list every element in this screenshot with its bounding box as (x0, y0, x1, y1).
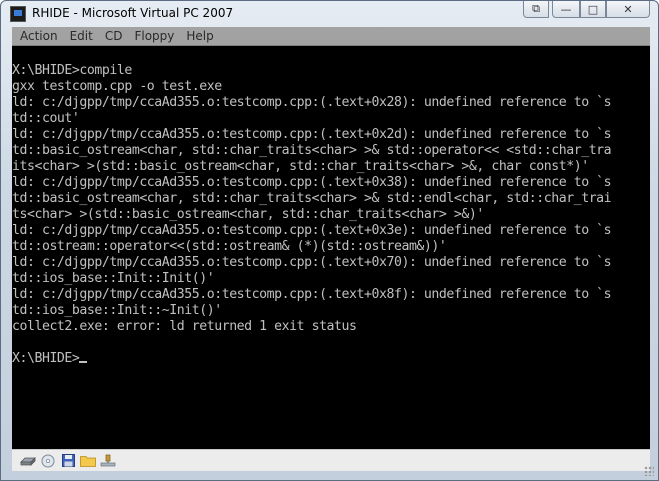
console-prompt-line: X:\BHIDE> (12, 351, 650, 367)
console-line: td::ostream::operator<<(std::ostream& (*… (12, 239, 447, 254)
console-line: ld: c:/djgpp/tmp/ccaAd355.o:testcomp.cpp… (12, 175, 612, 190)
hard-disk-icon[interactable] (20, 454, 36, 468)
console-output: X:\BHIDE>compile gxx testcomp.cpp -o test… (12, 46, 650, 367)
menu-floppy[interactable]: Floppy (128, 27, 180, 46)
cd-drive-icon[interactable] (40, 454, 56, 468)
virtual-pc-icon (10, 6, 26, 22)
console-line: gxx testcomp.cpp -o test.exe (12, 79, 222, 94)
console-line: ld: c:/djgpp/tmp/ccaAd355.o:testcomp.cpp… (12, 95, 612, 110)
console-line: td::ios_base::Init::Init()' (12, 271, 215, 286)
resize-grip[interactable] (644, 466, 654, 476)
title-bar[interactable]: RHIDE - Microsoft Virtual PC 2007 ⧉ — □ … (1, 1, 658, 27)
window-title: RHIDE - Microsoft Virtual PC 2007 (32, 6, 234, 20)
console-line: td::basic_ostream<char, std::char_traits… (12, 191, 612, 206)
restore-window-icon[interactable]: ⧉ (523, 1, 549, 18)
menu-action[interactable]: Action (14, 27, 64, 46)
status-bar (12, 449, 650, 471)
close-button[interactable]: ✕ (606, 1, 650, 18)
console-line: td::cout' (12, 111, 80, 126)
vpc-window: RHIDE - Microsoft Virtual PC 2007 ⧉ — □ … (0, 0, 659, 481)
console-line: ld: c:/djgpp/tmp/ccaAd355.o:testcomp.cpp… (12, 287, 612, 302)
menu-bar: Action Edit CD Floppy Help (12, 27, 650, 46)
menu-cd[interactable]: CD (99, 27, 129, 46)
menu-help[interactable]: Help (180, 27, 219, 46)
dos-console[interactable]: X:\BHIDE>compile gxx testcomp.cpp -o test… (12, 46, 650, 449)
console-line: ld: c:/djgpp/tmp/ccaAd355.o:testcomp.cpp… (12, 127, 612, 142)
console-line: ts<char> >(std::basic_ostream<char, std:… (12, 207, 484, 222)
console-line: ld: c:/djgpp/tmp/ccaAd355.o:testcomp.cpp… (12, 255, 612, 270)
network-icon[interactable] (100, 454, 116, 468)
floppy-disk-icon[interactable] (60, 454, 76, 468)
minimize-button[interactable]: — (552, 1, 580, 18)
console-line: its<char> >(std::basic_ostream<char, std… (12, 159, 589, 174)
console-line: X:\BHIDE>compile (12, 63, 132, 78)
console-line: td::basic_ostream<char, std::char_traits… (12, 143, 612, 158)
text-cursor (79, 361, 88, 363)
console-prompt: X:\BHIDE> (12, 351, 80, 366)
menu-edit[interactable]: Edit (64, 27, 99, 46)
console-line: collect2.exe: error: ld returned 1 exit … (12, 319, 357, 334)
console-line: ld: c:/djgpp/tmp/ccaAd355.o:testcomp.cpp… (12, 223, 612, 238)
console-line: td::ios_base::Init::~Init()' (12, 303, 222, 318)
maximize-button[interactable]: □ (580, 1, 606, 18)
shared-folder-icon[interactable] (80, 454, 96, 468)
